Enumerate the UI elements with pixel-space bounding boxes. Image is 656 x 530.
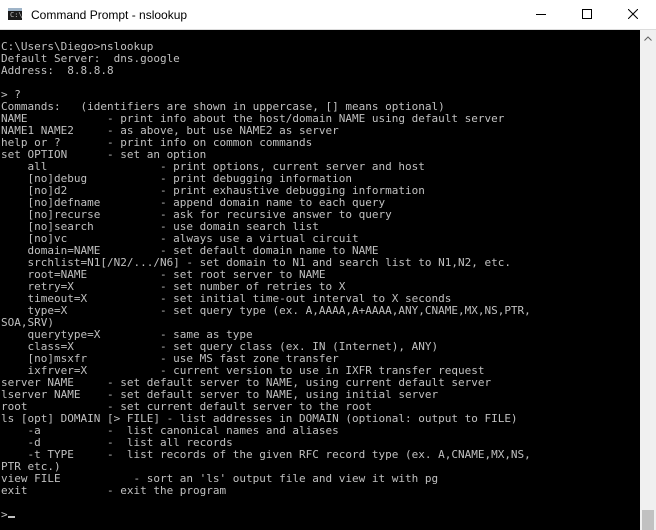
command-prompt-icon: C:\ (8, 8, 23, 20)
command-prompt-window: C:\ Command Prompt - nslookup C:\Users\D… (0, 0, 656, 530)
scroll-thumb[interactable] (642, 510, 654, 530)
console-line: exit - exit the program (1, 484, 227, 497)
console-line: > (1, 508, 8, 521)
text-cursor (7, 516, 15, 518)
minimize-button[interactable] (518, 0, 564, 29)
scroll-up-button[interactable] (640, 30, 656, 47)
console-line: -t TYPE - list records of the given RFC … (1, 448, 531, 461)
maximize-button[interactable] (564, 0, 610, 29)
console-line: type=X - set query type (ex. A,AAAA,A+AA… (1, 304, 531, 317)
chevron-up-icon (644, 36, 652, 41)
console-output[interactable]: C:\Users\Diego>nslookup Default Server: … (0, 30, 640, 530)
close-button[interactable] (610, 0, 656, 29)
window-title: Command Prompt - nslookup (31, 8, 188, 22)
minimize-icon (536, 14, 546, 15)
console-line: Address: 8.8.8.8 (1, 64, 114, 77)
title-bar[interactable]: C:\ Command Prompt - nslookup (0, 0, 656, 30)
vertical-scrollbar[interactable] (640, 30, 656, 530)
close-icon (628, 9, 638, 19)
maximize-icon (582, 9, 592, 19)
console-text: C:\Users\Diego>nslookup Default Server: … (1, 41, 531, 521)
